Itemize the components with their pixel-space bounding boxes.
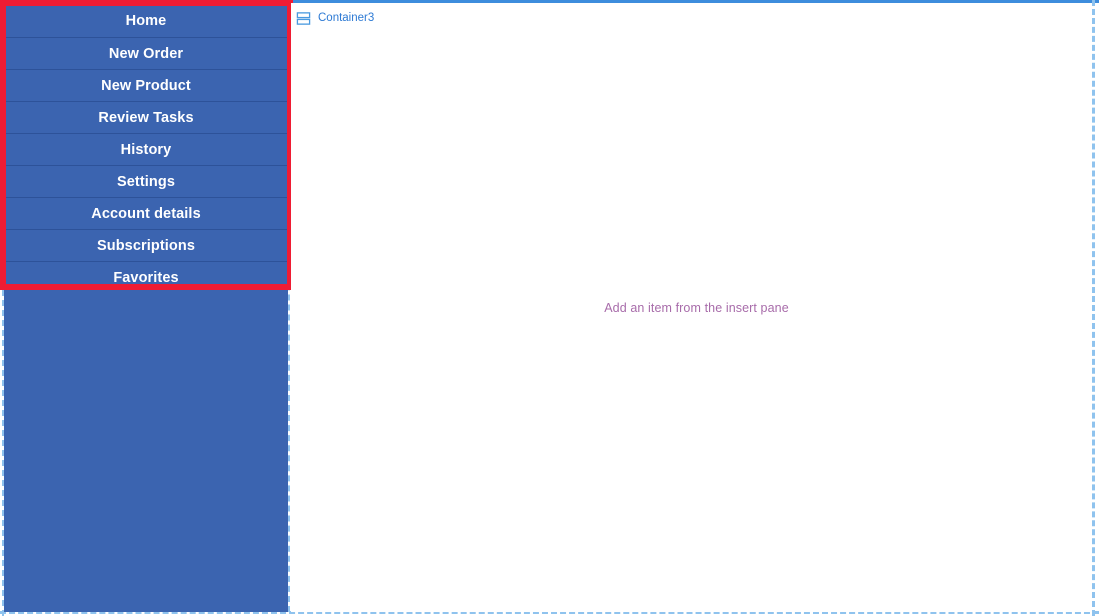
window-frame-right-border xyxy=(1092,0,1095,616)
sidebar-item-label: Home xyxy=(125,13,167,29)
sidebar-item-new-product[interactable]: New Product xyxy=(4,69,288,101)
sidebar-item-label: Favorites xyxy=(113,270,179,286)
sidebar-item-label: Settings xyxy=(117,174,175,190)
sidebar-item-label: New Product xyxy=(101,78,191,94)
app-canvas: Home New Order New Product Review Tasks … xyxy=(0,0,1099,616)
navigation-menu: Home New Order New Product Review Tasks … xyxy=(4,5,288,293)
content-pane: Container3 Add an item from the insert p… xyxy=(291,3,1092,612)
sidebar-item-subscriptions[interactable]: Subscriptions xyxy=(4,229,288,261)
sidebar-item-home[interactable]: Home xyxy=(4,5,288,37)
container-label: Container3 xyxy=(318,12,375,24)
empty-state-message: Add an item from the insert pane xyxy=(604,300,789,315)
sidebar-content-divider xyxy=(288,3,290,612)
sidebar-item-new-order[interactable]: New Order xyxy=(4,37,288,69)
sidebar-item-label: Subscriptions xyxy=(97,238,195,254)
sidebar-item-label: New Order xyxy=(108,46,184,62)
container-header[interactable]: Container3 xyxy=(296,9,374,27)
sidebar-item-label: Review Tasks xyxy=(98,110,194,126)
sidebar-item-history[interactable]: History xyxy=(4,133,288,165)
sidebar-item-account-details[interactable]: Account details xyxy=(4,197,288,229)
stacked-rows-icon xyxy=(296,11,311,26)
sidebar-item-review-tasks[interactable]: Review Tasks xyxy=(4,101,288,133)
sidebar-item-label: Account details xyxy=(91,206,201,222)
empty-state: Add an item from the insert pane xyxy=(291,3,1092,612)
sidebar: Home New Order New Product Review Tasks … xyxy=(4,3,288,612)
sidebar-item-favorites[interactable]: Favorites xyxy=(4,261,288,293)
sidebar-item-label: History xyxy=(120,142,172,158)
sidebar-item-settings[interactable]: Settings xyxy=(4,165,288,197)
